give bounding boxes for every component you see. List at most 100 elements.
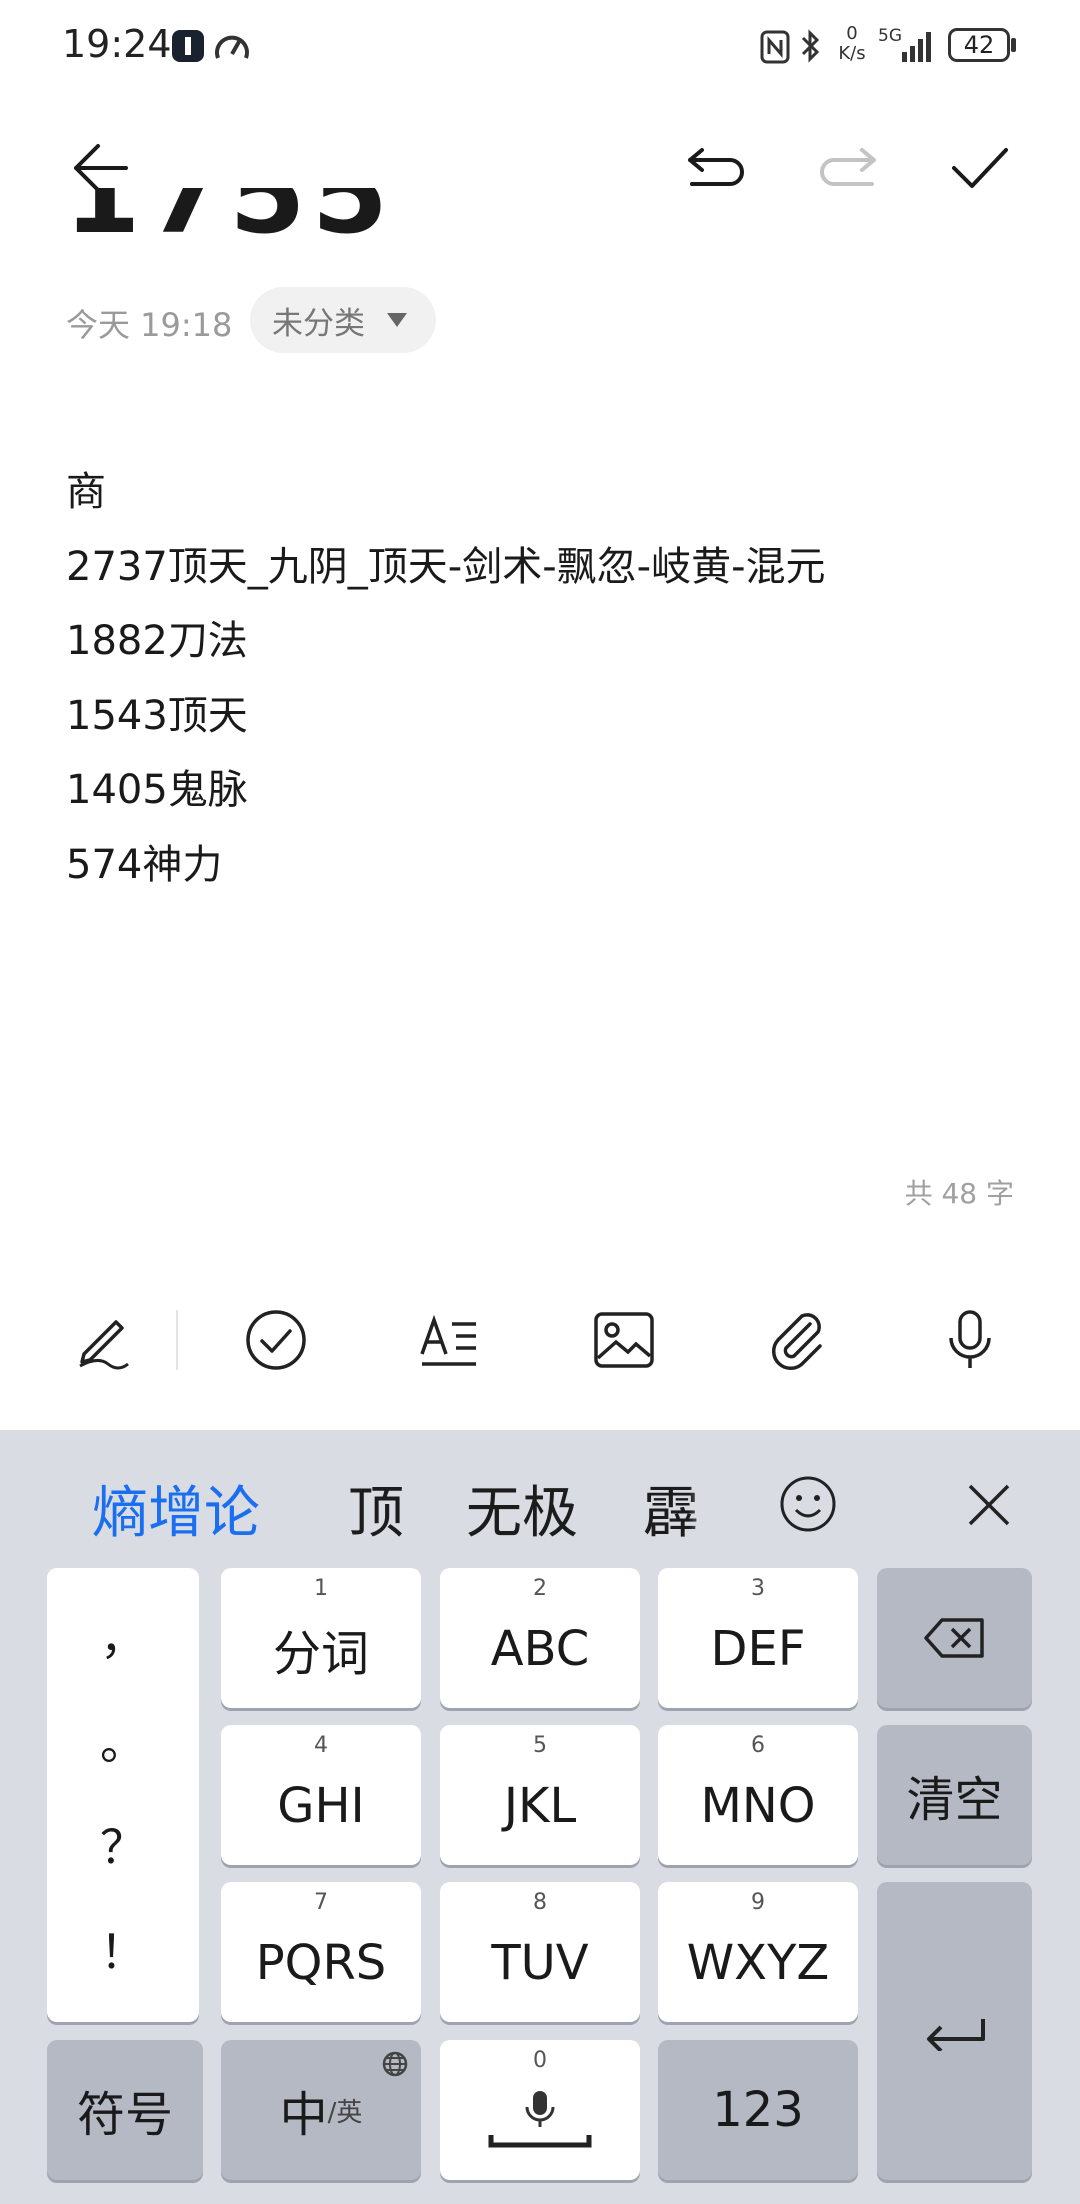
category-selector[interactable]: 未分类 xyxy=(250,287,436,353)
numeric-label: 123 xyxy=(712,2082,804,2138)
clear-key[interactable]: 清空 xyxy=(877,1725,1032,1865)
key-number: 8 xyxy=(533,1890,547,1915)
clear-label: 清空 xyxy=(906,1772,1003,1828)
paperclip-icon xyxy=(772,1313,822,1370)
check-circle-icon xyxy=(246,1310,306,1370)
key-number: 3 xyxy=(751,1576,765,1601)
speedometer-icon xyxy=(212,28,252,68)
key-4[interactable]: 4 GHI xyxy=(221,1725,421,1865)
note-line: 2737顶天_九阴_顶天-剑术-飘忽-岐黄-混元 xyxy=(66,543,826,590)
net-speed-unit: K/s xyxy=(838,43,866,64)
key-number: 6 xyxy=(751,1733,765,1758)
key-label: ABC xyxy=(490,1621,590,1677)
microphone-icon xyxy=(949,1310,991,1368)
battery-indicator: 42 xyxy=(948,28,1010,62)
handwriting-button[interactable] xyxy=(62,1300,142,1380)
key-number: 9 xyxy=(751,1890,765,1915)
key-number: 7 xyxy=(314,1890,328,1915)
language-switch-key[interactable]: 中/英 xyxy=(221,2040,421,2180)
key-number: 2 xyxy=(533,1576,547,1601)
key-5[interactable]: 5 JKL xyxy=(440,1725,640,1865)
candidate-word[interactable]: 熵增论 xyxy=(92,1468,260,1549)
key-number: 4 xyxy=(314,1733,328,1758)
enter-key[interactable] xyxy=(877,1882,1032,2180)
key-6[interactable]: 6 MNO xyxy=(658,1725,858,1865)
confirm-button[interactable] xyxy=(940,128,1020,208)
space-key[interactable]: 0 xyxy=(440,2040,640,2180)
backspace-key[interactable] xyxy=(877,1568,1032,1708)
undo-icon xyxy=(688,148,744,186)
lang-sub: /英 xyxy=(327,2097,363,2128)
note-body[interactable]: 商 2737顶天_九阴_顶天-剑术-飘忽-岐黄-混元 1882刀法 1543顶天… xyxy=(66,455,1026,902)
arrow-left-icon xyxy=(74,144,128,192)
note-line: 1882刀法 xyxy=(66,618,248,664)
lang-main: 中 xyxy=(279,2087,328,2143)
key-label: JKL xyxy=(503,1778,577,1834)
key-9[interactable]: 9 WXYZ xyxy=(658,1882,858,2022)
key-3[interactable]: 3 DEF xyxy=(658,1568,858,1708)
note-line: 商 xyxy=(66,469,106,515)
bluetooth-icon xyxy=(800,28,822,68)
punct-exclamation[interactable]: ！ xyxy=(100,1929,146,1975)
voice-input-button[interactable] xyxy=(930,1300,1010,1380)
dropdown-triangle-icon xyxy=(387,313,407,327)
punct-question[interactable]: ？ xyxy=(100,1824,146,1870)
smiley-icon xyxy=(780,1476,836,1532)
insert-image-button[interactable] xyxy=(584,1300,664,1380)
key-label: GHI xyxy=(277,1778,365,1834)
category-label: 未分类 xyxy=(272,305,365,342)
net-speed-value: 0 xyxy=(846,23,858,44)
candidate-word[interactable]: 霹 xyxy=(643,1468,719,1549)
text-format-button[interactable] xyxy=(410,1300,490,1380)
symbols-key[interactable]: 符号 xyxy=(47,2040,203,2180)
checklist-button[interactable] xyxy=(236,1300,316,1380)
key-label: MNO xyxy=(700,1778,816,1834)
close-icon xyxy=(968,1484,1010,1526)
toolbar-divider xyxy=(176,1310,178,1370)
note-line: 574神力 xyxy=(66,841,223,888)
key-label: WXYZ xyxy=(686,1935,830,1991)
key-number: 5 xyxy=(533,1733,547,1758)
redo-button[interactable] xyxy=(808,128,888,208)
net-speed: 0 K/s xyxy=(832,24,872,64)
key-number: 0 xyxy=(533,2048,547,2073)
symbols-label: 符号 xyxy=(76,2087,173,2143)
key-7[interactable]: 7 PQRS xyxy=(221,1882,421,2022)
candidate-word[interactable]: 顶 xyxy=(348,1468,404,1549)
candidate-word[interactable]: 无极 xyxy=(466,1468,578,1549)
undo-button[interactable] xyxy=(676,128,756,208)
punctuation-column[interactable]: ， 。 ？ ！ xyxy=(47,1568,199,2022)
note-line: 1405鬼脉 xyxy=(66,767,248,813)
note-date: 今天 19:18 xyxy=(66,306,233,344)
word-count: 共 48 字 xyxy=(904,1177,1014,1210)
key-8[interactable]: 8 TUV xyxy=(440,1882,640,2022)
punct-comma[interactable]: ， xyxy=(100,1615,146,1661)
enter-arrow-icon xyxy=(926,2019,985,2051)
nfc-icon xyxy=(760,30,790,68)
note-line: 1543顶天 xyxy=(66,692,248,739)
key-number: 1 xyxy=(314,1576,328,1601)
key-label: TUV xyxy=(491,1935,589,1991)
key-1[interactable]: 1 分词 xyxy=(221,1568,421,1708)
key-label: PQRS xyxy=(255,1935,387,1991)
key-2[interactable]: 2 ABC xyxy=(440,1568,640,1708)
close-keyboard-button[interactable] xyxy=(964,1480,1014,1534)
battery-level: 42 xyxy=(963,31,995,59)
check-icon xyxy=(952,148,1008,188)
space-mic-icon xyxy=(488,2091,592,2148)
redo-icon xyxy=(820,148,876,186)
status-time: 19:24 xyxy=(62,22,172,66)
signal-icon xyxy=(880,30,936,68)
battery-tip xyxy=(1011,38,1016,52)
attachment-button[interactable] xyxy=(758,1300,838,1380)
key-label: 分词 xyxy=(272,1626,369,1682)
punct-period[interactable]: 。 xyxy=(100,1720,146,1766)
app-notification-icon xyxy=(170,28,206,68)
backspace-icon xyxy=(923,1618,984,1658)
emoji-button[interactable] xyxy=(778,1474,838,1538)
note-title[interactable]: 1755 xyxy=(64,188,424,258)
text-format-icon xyxy=(420,1314,476,1366)
globe-icon xyxy=(382,2051,408,2077)
numeric-key[interactable]: 123 xyxy=(658,2040,858,2180)
note-title-text: 1755 xyxy=(64,188,395,258)
